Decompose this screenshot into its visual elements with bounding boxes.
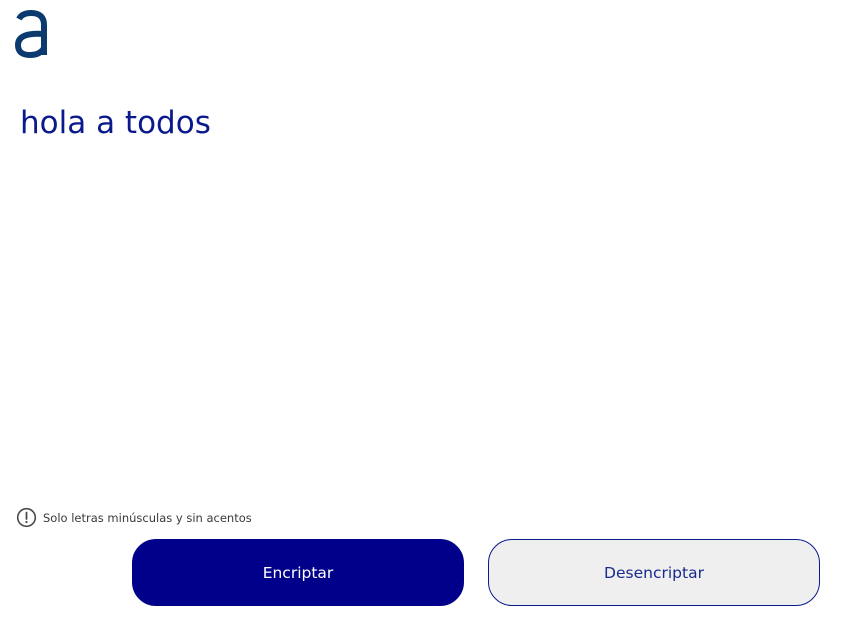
decrypt-button[interactable]: Desencriptar (488, 539, 820, 606)
message-input[interactable] (20, 100, 820, 490)
page: Solo letras minúsculas y sin acentos Enc… (0, 0, 842, 626)
exclamation-circle-icon (16, 507, 37, 528)
notice-text: Solo letras minúsculas y sin acentos (43, 510, 252, 525)
logo-icon (14, 10, 47, 58)
encrypt-button[interactable]: Encriptar (132, 539, 464, 606)
notice: Solo letras minúsculas y sin acentos (16, 507, 252, 528)
